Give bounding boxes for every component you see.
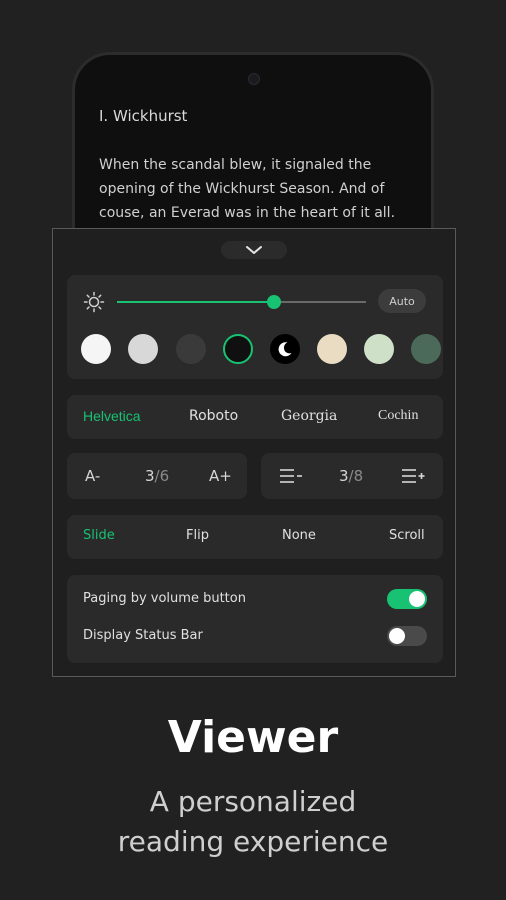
font-size-decrease-button[interactable]: A- — [85, 467, 100, 485]
paging-volume-label: Paging by volume button — [83, 591, 246, 606]
paging-volume-toggle[interactable] — [387, 589, 427, 609]
brightness-slider-handle[interactable] — [266, 295, 281, 309]
theme-swatch-1[interactable] — [81, 334, 111, 364]
transition-scroll[interactable]: Scroll — [389, 528, 425, 543]
reading-paragraph: When the scandal blew, it signaled the o… — [99, 157, 396, 221]
viewer-settings-panel: Auto Helvetica Roboto Georgia Cochin A- … — [52, 228, 456, 677]
font-option-roboto[interactable]: Roboto — [189, 408, 238, 424]
theme-swatch-7[interactable] — [364, 334, 394, 364]
line-spacing-decrease-icon[interactable] — [279, 468, 303, 484]
brightness-icon — [83, 291, 105, 313]
page-transition-selector: Slide Flip None Scroll — [67, 515, 443, 559]
brightness-slider-fill — [117, 301, 274, 303]
brightness-slider[interactable] — [117, 295, 366, 309]
promo-headline: Viewer — [167, 712, 339, 763]
font-size-stepper: A- 3/6 A+ — [67, 453, 247, 499]
collapse-button[interactable] — [221, 241, 287, 259]
font-option-georgia[interactable]: Georgia — [281, 408, 337, 424]
chapter-title: I. Wickhurst — [99, 107, 188, 125]
font-size-value: 3/6 — [145, 467, 170, 485]
toggle-knob — [389, 628, 405, 644]
line-spacing-stepper: 3/8 — [261, 453, 443, 499]
promo-subtitle-line1: A personalized — [149, 785, 357, 818]
moon-icon — [278, 342, 292, 357]
chevron-down-icon — [246, 246, 262, 254]
toggle-settings: Paging by volume button Display Status B… — [67, 575, 443, 663]
promo-subtitle-line2: reading experience — [117, 825, 389, 858]
brightness-theme-card: Auto — [67, 275, 443, 379]
status-bar-label: Display Status Bar — [83, 628, 203, 643]
transition-slide[interactable]: Slide — [83, 528, 115, 543]
theme-swatches — [81, 334, 441, 364]
line-spacing-increase-icon[interactable] — [401, 468, 425, 484]
transition-flip[interactable]: Flip — [186, 528, 209, 543]
auto-brightness-button[interactable]: Auto — [378, 289, 426, 313]
theme-swatch-4[interactable] — [223, 334, 253, 364]
transition-none[interactable]: None — [282, 528, 316, 543]
camera-icon — [248, 73, 260, 85]
status-bar-toggle[interactable] — [387, 626, 427, 646]
theme-swatch-3[interactable] — [176, 334, 206, 364]
font-size-increase-button[interactable]: A+ — [209, 467, 232, 485]
theme-swatch-2[interactable] — [128, 334, 158, 364]
theme-swatch-8[interactable] — [411, 334, 441, 364]
font-selector: Helvetica Roboto Georgia Cochin — [67, 395, 443, 439]
toggle-knob — [409, 591, 425, 607]
theme-swatch-6[interactable] — [317, 334, 347, 364]
font-option-helvetica[interactable]: Helvetica — [83, 408, 141, 424]
promo-subtitle: A personalized reading experience — [0, 782, 506, 862]
line-spacing-value: 3/8 — [339, 467, 364, 485]
font-option-cochin[interactable]: Cochin — [378, 408, 418, 424]
theme-swatch-5[interactable] — [270, 334, 300, 364]
